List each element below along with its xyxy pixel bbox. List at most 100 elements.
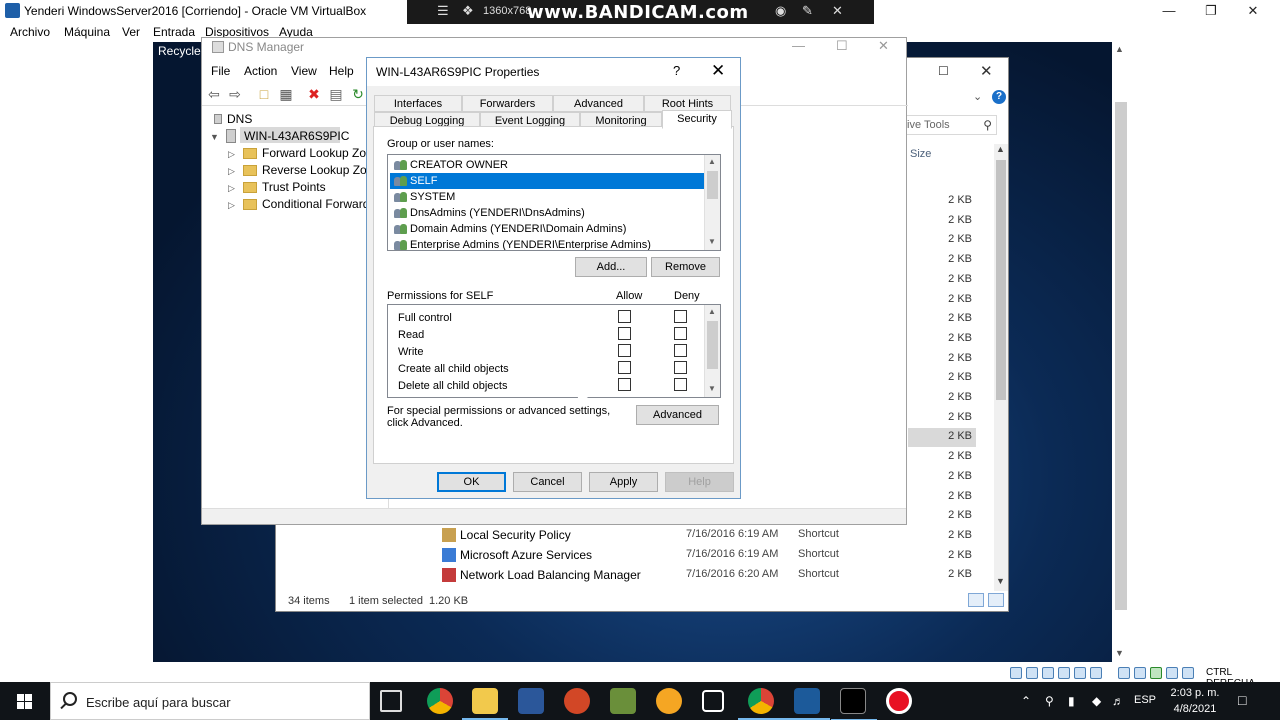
close-icon[interactable]: ✕: [832, 3, 843, 19]
maximize-icon[interactable]: ☐: [938, 64, 949, 78]
scrollbar-thumb[interactable]: [996, 160, 1006, 400]
close-icon[interactable]: ✕: [878, 38, 889, 54]
ok-button[interactable]: OK: [437, 472, 506, 492]
shared-folder-icon[interactable]: [1090, 667, 1102, 679]
scroll-down-arrow-icon[interactable]: ▼: [996, 576, 1005, 586]
scrollbar-thumb[interactable]: [707, 171, 718, 199]
menu-help[interactable]: Help: [329, 64, 354, 78]
volume-icon[interactable]: ♬: [1112, 694, 1124, 708]
mouse-integration-icon[interactable]: [1166, 667, 1178, 679]
refresh-icon[interactable]: ↻: [350, 86, 366, 102]
minimize-icon[interactable]: —: [792, 38, 805, 53]
allow-checkbox[interactable]: [618, 327, 631, 340]
pencil-icon[interactable]: ✎: [802, 3, 813, 19]
scrollbar-thumb[interactable]: [707, 321, 718, 369]
server-properties-dialog[interactable]: WIN-L43AR6S9PIC Properties ? ✕ Interface…: [366, 57, 741, 499]
start-button[interactable]: [0, 682, 50, 720]
menu-action[interactable]: Action: [244, 64, 277, 78]
optical-drive-icon[interactable]: [1026, 667, 1038, 679]
chevron-right-icon[interactable]: ▷: [228, 149, 235, 160]
tree-item-trust-points[interactable]: Trust Points: [262, 180, 326, 194]
back-arrow-icon[interactable]: ⇦: [206, 86, 222, 102]
network-icon[interactable]: [1058, 667, 1070, 679]
allow-checkbox[interactable]: [618, 344, 631, 357]
scroll-up-arrow-icon[interactable]: ▲: [708, 307, 716, 316]
show-hide-tree-icon[interactable]: ▦: [278, 86, 294, 102]
3d-box-icon[interactable]: [702, 690, 724, 712]
battery-icon[interactable]: ▮: [1068, 694, 1075, 708]
list-item[interactable]: SYSTEM: [390, 189, 704, 205]
menu-icon[interactable]: ☰: [437, 3, 449, 19]
tree-item-conditional-forwarders[interactable]: Conditional Forwarde: [262, 197, 376, 211]
camera-icon[interactable]: ◉: [775, 3, 786, 19]
hard-disk-icon[interactable]: [1010, 667, 1022, 679]
taskbar-search-box[interactable]: Escribe aquí para buscar: [50, 682, 370, 720]
scroll-down-arrow-icon[interactable]: ▼: [1115, 648, 1124, 658]
search-icon[interactable]: ⚲: [983, 118, 992, 132]
chevron-up-icon[interactable]: ⌃: [1021, 694, 1031, 708]
tab-advanced[interactable]: Advanced: [553, 95, 644, 112]
menu-view[interactable]: View: [291, 64, 317, 78]
remove-button[interactable]: Remove: [651, 257, 720, 277]
properties-icon[interactable]: ▤: [328, 86, 344, 102]
chrome-icon[interactable]: [427, 688, 453, 714]
recycle-bin-label[interactable]: Recycle: [158, 44, 201, 58]
list-item-selected[interactable]: SELF: [390, 173, 704, 189]
help-icon[interactable]: ?: [673, 63, 680, 78]
wifi-icon[interactable]: ◆: [1092, 694, 1101, 708]
tab-forwarders[interactable]: Forwarders: [462, 95, 553, 112]
scroll-up-arrow-icon[interactable]: ▲: [708, 157, 716, 166]
list-item[interactable]: Domain Admins (YENDERI\Domain Admins): [390, 221, 704, 237]
help-button[interactable]: Help: [665, 472, 734, 492]
allow-checkbox[interactable]: [618, 361, 631, 374]
display-icon[interactable]: [1118, 667, 1130, 679]
audio-icon[interactable]: [1042, 667, 1054, 679]
permissions-list[interactable]: Full control Read Write Create all child…: [387, 304, 721, 398]
app-icon[interactable]: [610, 688, 636, 714]
language-indicator[interactable]: ESP: [1134, 694, 1156, 706]
virtualbox-icon[interactable]: [784, 688, 830, 720]
chevron-right-icon[interactable]: ▷: [228, 183, 235, 194]
menu-maquina[interactable]: Máquina: [64, 25, 110, 39]
chevron-right-icon[interactable]: ▷: [228, 200, 235, 211]
menu-archivo[interactable]: Archivo: [10, 25, 50, 39]
close-icon[interactable]: ✕: [980, 62, 993, 80]
tab-security[interactable]: Security: [662, 110, 732, 129]
tree-item-server[interactable]: WIN-L43AR6S9PIC: [244, 129, 349, 143]
list-item[interactable]: CREATOR OWNER: [390, 157, 704, 173]
forward-arrow-icon[interactable]: ⇨: [227, 86, 243, 102]
list-item[interactable]: Network Load Balancing Manager 7/16/2016…: [276, 565, 976, 585]
chrome-icon[interactable]: [738, 688, 784, 720]
video-capture-icon[interactable]: [1134, 667, 1146, 679]
user-listbox[interactable]: CREATOR OWNER SELF SYSTEM DnsAdmins (YEN…: [387, 154, 721, 251]
system-clock[interactable]: 2:03 p. m. 4/8/2021: [1160, 685, 1230, 717]
deny-checkbox[interactable]: [674, 327, 687, 340]
apply-button[interactable]: Apply: [589, 472, 658, 492]
pin-icon[interactable]: ❖: [462, 3, 474, 19]
up-folder-icon[interactable]: □: [256, 86, 272, 102]
scroll-up-arrow-icon[interactable]: ▲: [1115, 44, 1124, 54]
scroll-up-arrow-icon[interactable]: ▲: [996, 144, 1005, 154]
maximize-icon[interactable]: ☐: [836, 38, 848, 54]
deny-checkbox[interactable]: [674, 344, 687, 357]
minimize-button[interactable]: —: [1146, 0, 1192, 22]
terminal-icon[interactable]: [831, 688, 877, 720]
menu-ver[interactable]: Ver: [122, 25, 140, 39]
notification-icon[interactable]: □: [1238, 692, 1246, 708]
add-button[interactable]: Add...: [575, 257, 647, 277]
tree-item-dns[interactable]: DNS: [227, 112, 252, 126]
menu-file[interactable]: File: [211, 64, 230, 78]
usb-icon[interactable]: [1074, 667, 1086, 679]
cancel-button[interactable]: Cancel: [513, 472, 582, 492]
tree-item-reverse-lookup[interactable]: Reverse Lookup Zone: [262, 163, 380, 177]
delete-icon[interactable]: ✖: [306, 86, 322, 102]
scroll-down-arrow-icon[interactable]: ▼: [708, 384, 716, 393]
list-item[interactable]: Enterprise Admins (YENDERI\Enterprise Ad…: [390, 237, 704, 250]
deny-checkbox[interactable]: [674, 378, 687, 391]
chevron-down-icon[interactable]: ▼: [210, 132, 219, 142]
app-icon[interactable]: [656, 688, 682, 714]
list-item[interactable]: DnsAdmins (YENDERI\DnsAdmins): [390, 205, 704, 221]
task-view-icon[interactable]: [380, 690, 402, 712]
list-item[interactable]: Microsoft Azure Services 7/16/2016 6:19 …: [276, 545, 976, 565]
deny-checkbox[interactable]: [674, 361, 687, 374]
